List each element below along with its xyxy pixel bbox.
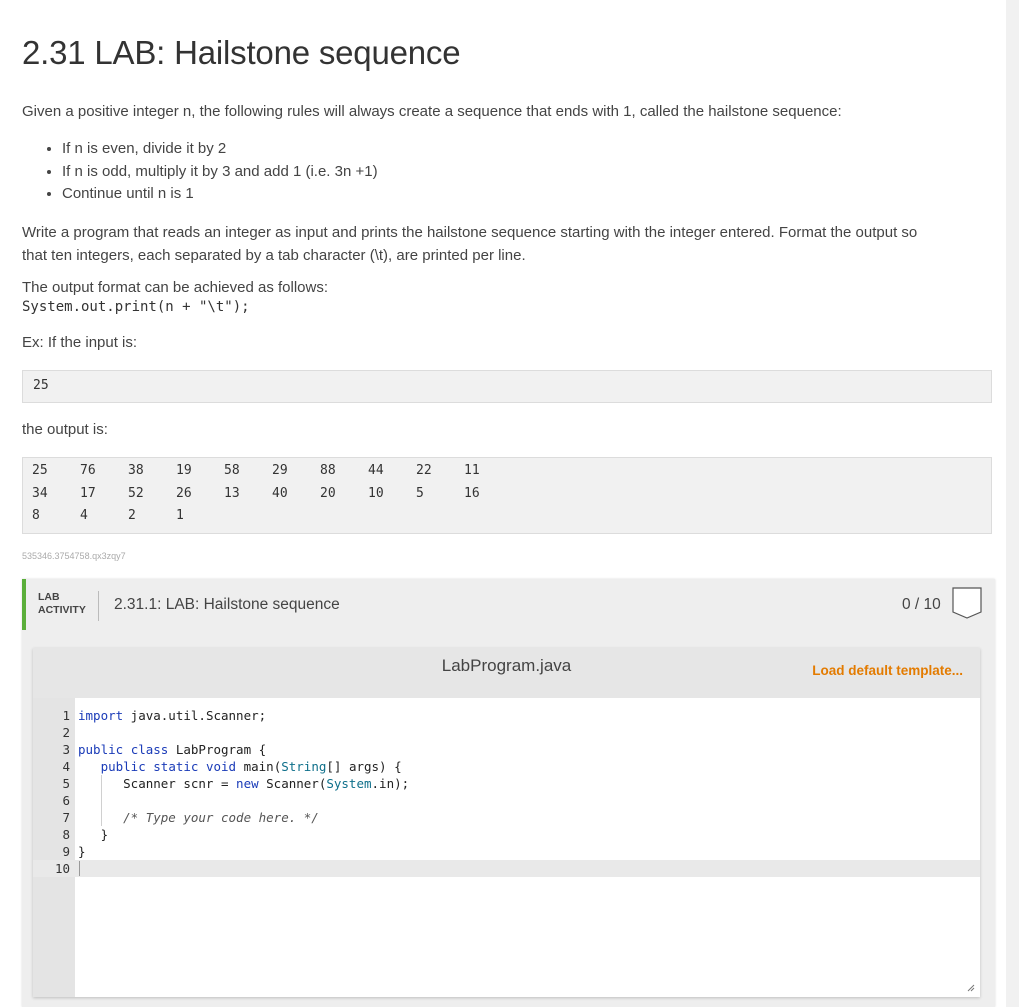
lab-activity-tag: LAB ACTIVITY: [38, 591, 86, 617]
line-number: 5: [62, 776, 70, 791]
line-number: 3: [62, 742, 70, 757]
code-input-area[interactable]: 1 import java.util.Scanner; 2 3 public class…: [33, 698, 980, 997]
lab-accent-stripe: [22, 579, 26, 630]
code-text: public class LabProgram {: [78, 742, 267, 757]
editor-toolbar: LabProgram.java Load default template...: [33, 648, 980, 698]
lab-header: LAB ACTIVITY 2.31.1: LAB: Hailstone sequ…: [22, 579, 995, 630]
prompt-line-2: that ten integers, each separated by a t…: [22, 247, 526, 264]
output-value: 44: [368, 463, 384, 478]
code-text: import java.util.Scanner;: [78, 708, 267, 723]
output-intro: the output is:: [22, 421, 108, 438]
indent-guide: [101, 775, 102, 826]
output-value: 38: [128, 463, 144, 478]
code-text: }: [78, 844, 86, 859]
rule-item: Continue until n is 1: [62, 183, 378, 206]
line-number: 8: [62, 827, 70, 842]
output-value: 34: [32, 485, 48, 501]
output-value: 16: [464, 485, 480, 501]
text-cursor: [79, 861, 80, 876]
code-line[interactable]: 10: [33, 860, 980, 877]
output-value: 52: [128, 485, 144, 501]
output-value: 88: [320, 463, 336, 478]
code-line[interactable]: 2: [33, 724, 980, 741]
line-number: 1: [62, 708, 70, 723]
line-number: 4: [62, 759, 70, 774]
load-default-template-button[interactable]: Load default template...: [812, 663, 963, 678]
line-number: 2: [62, 725, 70, 740]
output-value: 25: [32, 463, 48, 478]
code-text: /* Type your code here. */: [78, 810, 319, 825]
code-line[interactable]: 7 /* Type your code here. */: [33, 809, 980, 826]
prompt-line-1: Write a program that reads an integer as…: [22, 224, 918, 241]
page-title: 2.31 LAB: Hailstone sequence: [22, 34, 461, 71]
code-text: Scanner scnr = new Scanner(System.in);: [78, 776, 410, 791]
rule-item: If n is even, divide it by 2: [62, 138, 378, 161]
output-value: 40: [272, 485, 288, 501]
code-text: public static void main(String[] args) {: [100, 759, 402, 774]
output-value: 8: [32, 508, 40, 523]
output-value: 20: [320, 485, 336, 501]
badge-icon: [952, 587, 982, 619]
lab-tag-line1: LAB: [38, 591, 60, 603]
lab-divider: [98, 591, 99, 621]
rule-item: If n is odd, multiply it by 3 and add 1 …: [62, 161, 378, 184]
example-output-box: [22, 457, 992, 534]
code-line[interactable]: 4 public static void main(String[] args)…: [33, 758, 980, 775]
format-intro: The output format can be achieved as fol…: [22, 279, 329, 296]
intro-text: Given a positive integer n, the followin…: [22, 103, 842, 120]
output-value: 5: [416, 485, 424, 501]
example-intro: Ex: If the input is:: [22, 334, 138, 351]
example-input-box: 25: [22, 370, 992, 403]
output-value: 19: [176, 463, 192, 478]
code-line[interactable]: 8 }: [33, 826, 980, 843]
output-value: 11: [464, 463, 480, 478]
lab-score: 0 / 10: [902, 596, 941, 613]
code-text: }: [78, 827, 109, 842]
output-value: 76: [80, 463, 96, 478]
output-value: 4: [80, 508, 88, 523]
output-value: 26: [176, 485, 192, 501]
output-value: 22: [416, 463, 432, 478]
example-input: 25: [33, 378, 49, 393]
line-number: 6: [62, 793, 70, 808]
page: 2.31 LAB: Hailstone sequence Given a pos…: [0, 0, 1006, 1007]
line-number: 9: [62, 844, 70, 859]
line-number: 10: [54, 861, 70, 876]
line-number: 7: [62, 810, 70, 825]
output-value: 58: [224, 463, 240, 478]
output-value: 13: [224, 485, 240, 501]
lab-activity: LAB ACTIVITY 2.31.1: LAB: Hailstone sequ…: [22, 579, 995, 1007]
output-value: 17: [80, 485, 96, 501]
code-line[interactable]: 3 public class LabProgram {: [33, 741, 980, 758]
output-value: 1: [176, 508, 184, 523]
code-editor: LabProgram.java Load default template...…: [33, 648, 980, 997]
output-value: 2: [128, 508, 136, 523]
code-line[interactable]: 9}: [33, 843, 980, 860]
rules-list: If n is even, divide it by 2 If n is odd…: [22, 138, 378, 206]
resize-handle-icon[interactable]: [967, 984, 975, 992]
output-value: 10: [368, 485, 384, 501]
output-value: 29: [272, 463, 288, 478]
lab-name: 2.31.1: LAB: Hailstone sequence: [114, 596, 340, 613]
format-code: System.out.print(n + "\t");: [22, 299, 250, 315]
code-line[interactable]: 6: [33, 792, 980, 809]
footnote-id: 535346.3754758.qx3zqy7: [22, 551, 126, 561]
code-line[interactable]: 1 import java.util.Scanner;: [33, 707, 980, 724]
lab-tag-line2: ACTIVITY: [38, 604, 86, 616]
code-line[interactable]: 5 Scanner scnr = new Scanner(System.in);: [33, 775, 980, 792]
